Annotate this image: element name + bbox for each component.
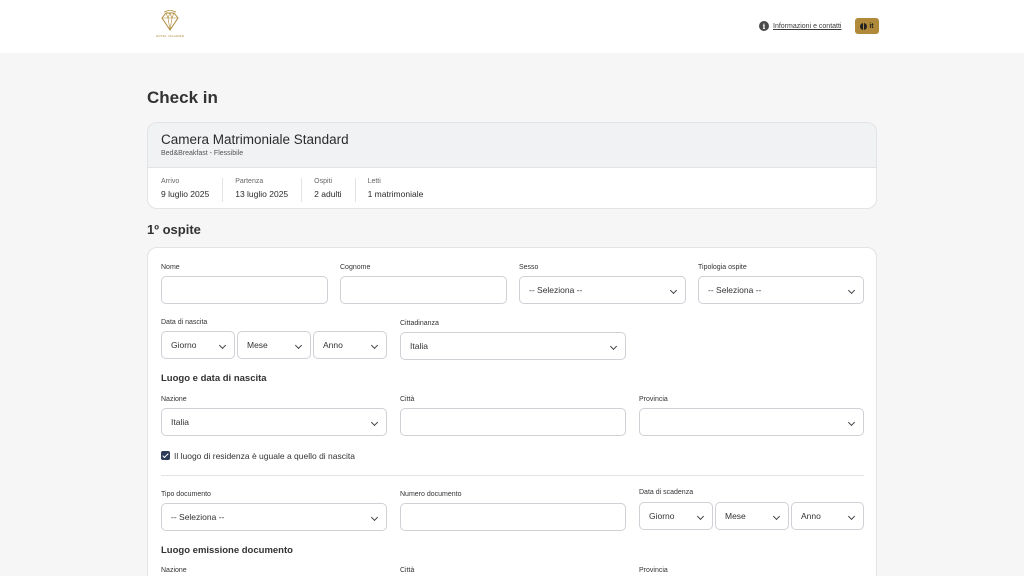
- guest-form-card: Nome Cognome Sesso -- Seleziona -- Tipol…: [147, 247, 877, 576]
- sesso-label: Sesso: [519, 264, 539, 271]
- scadenza-mese-select[interactable]: Mese: [715, 502, 789, 530]
- cognome-label: Cognome: [340, 264, 371, 271]
- stat-value: 13 luglio 2025: [235, 189, 289, 199]
- divider: [161, 475, 864, 476]
- stat-value: 2 adulti: [314, 189, 342, 199]
- chevron-down-icon: [772, 512, 781, 521]
- provincia-label: Provincia: [639, 396, 668, 403]
- nazione-select[interactable]: Italia: [161, 408, 387, 436]
- giorno-value: Giorno: [171, 340, 197, 350]
- globe-icon: [860, 22, 868, 30]
- anno-value: Anno: [323, 340, 343, 350]
- chevron-down-icon: [370, 341, 379, 350]
- stat-value: 1 matrimoniale: [367, 189, 424, 199]
- stat-label: Letti: [367, 178, 381, 185]
- info-icon: i: [759, 21, 769, 31]
- tipologia-label: Tipologia ospite: [698, 264, 747, 271]
- tipo-doc-value: -- Seleziona --: [171, 512, 225, 522]
- room-summary-card: Camera Matrimoniale Standard Bed&Breakfa…: [147, 122, 877, 209]
- stat-arrival: Arrivo 9 luglio 2025: [161, 178, 224, 202]
- tipologia-value: -- Seleziona --: [708, 285, 762, 295]
- stat-label: Partenza: [235, 178, 264, 185]
- brand-text: HOTEL VALADIER: [155, 34, 185, 38]
- info-contacts-link[interactable]: i Informazioni e contatti: [759, 20, 841, 32]
- cittadinanza-label: Cittadinanza: [400, 320, 439, 327]
- language-button[interactable]: it: [855, 18, 879, 34]
- chevron-down-icon: [294, 341, 303, 350]
- stat-label: Arrivo: [161, 178, 180, 185]
- giorno-value: Giorno: [649, 511, 675, 521]
- hotel-logo[interactable]: HOTEL VALADIER: [152, 8, 188, 44]
- emissione-title: Luogo emissione documento: [161, 545, 293, 556]
- top-bar: HOTEL VALADIER i Informazioni e contatti…: [0, 0, 1024, 53]
- em-citta-label: Città: [400, 567, 415, 574]
- luogo-nascita-title: Luogo e data di nascita: [161, 373, 267, 384]
- diamond-logo-icon: [161, 10, 179, 31]
- chevron-down-icon: [370, 418, 379, 427]
- chevron-down-icon: [696, 512, 705, 521]
- sesso-value: -- Seleziona --: [529, 285, 583, 295]
- citta-input[interactable]: [400, 408, 626, 436]
- numero-doc-input[interactable]: [400, 503, 626, 531]
- nome-label: Nome: [161, 264, 180, 271]
- citta-label: Città: [400, 396, 415, 403]
- nascita-giorno-select[interactable]: Giorno: [161, 331, 235, 359]
- chevron-down-icon: [669, 286, 678, 295]
- room-stats: Arrivo 9 luglio 2025 Partenza 13 luglio …: [148, 168, 876, 208]
- language-label: it: [869, 22, 874, 30]
- room-rate: Bed&Breakfast - Flessibile: [161, 150, 244, 157]
- chevron-down-icon: [609, 342, 618, 351]
- guest-section-title: 1º ospite: [147, 222, 201, 237]
- tipologia-select[interactable]: -- Seleziona --: [698, 276, 864, 304]
- scadenza-label: Data di scadenza: [639, 489, 694, 496]
- stat-departure: Partenza 13 luglio 2025: [235, 178, 303, 202]
- page-title: Check in: [147, 88, 218, 107]
- stat-value: 9 luglio 2025: [161, 189, 210, 199]
- chevron-down-icon: [847, 512, 856, 521]
- tipo-doc-select[interactable]: -- Seleziona --: [161, 503, 387, 531]
- cittadinanza-value: Italia: [410, 341, 428, 351]
- anno-value: Anno: [801, 511, 821, 521]
- info-contacts-label: Informazioni e contatti: [773, 22, 842, 30]
- provincia-select[interactable]: [639, 408, 864, 436]
- stat-guests: Ospiti 2 adulti: [314, 178, 356, 202]
- nome-input[interactable]: [161, 276, 328, 304]
- room-header: Camera Matrimoniale Standard Bed&Breakfa…: [148, 123, 876, 168]
- tipo-doc-label: Tipo documento: [161, 491, 211, 498]
- chevron-down-icon: [847, 418, 856, 427]
- nascita-label: Data di nascita: [161, 319, 208, 326]
- chevron-down-icon: [847, 286, 856, 295]
- residenza-checkbox-label[interactable]: Il luogo di residenza è uguale a quello …: [174, 451, 355, 461]
- residenza-checkbox[interactable]: [161, 451, 170, 460]
- stat-beds: Letti 1 matrimoniale: [368, 178, 437, 202]
- em-nazione-label: Nazione: [161, 567, 187, 574]
- numero-doc-label: Numero documento: [400, 491, 462, 498]
- scadenza-anno-select[interactable]: Anno: [791, 502, 864, 530]
- cittadinanza-select[interactable]: Italia: [400, 332, 626, 360]
- cognome-input[interactable]: [340, 276, 507, 304]
- nascita-mese-select[interactable]: Mese: [237, 331, 311, 359]
- nazione-value: Italia: [171, 417, 189, 427]
- mese-value: Mese: [247, 340, 268, 350]
- sesso-select[interactable]: -- Seleziona --: [519, 276, 686, 304]
- mese-value: Mese: [725, 511, 746, 521]
- chevron-down-icon: [218, 341, 227, 350]
- nascita-anno-select[interactable]: Anno: [313, 331, 387, 359]
- room-name: Camera Matrimoniale Standard: [161, 132, 349, 147]
- scadenza-giorno-select[interactable]: Giorno: [639, 502, 713, 530]
- em-provincia-label: Provincia: [639, 567, 668, 574]
- stat-label: Ospiti: [314, 178, 333, 185]
- nazione-label: Nazione: [161, 396, 187, 403]
- chevron-down-icon: [370, 513, 379, 522]
